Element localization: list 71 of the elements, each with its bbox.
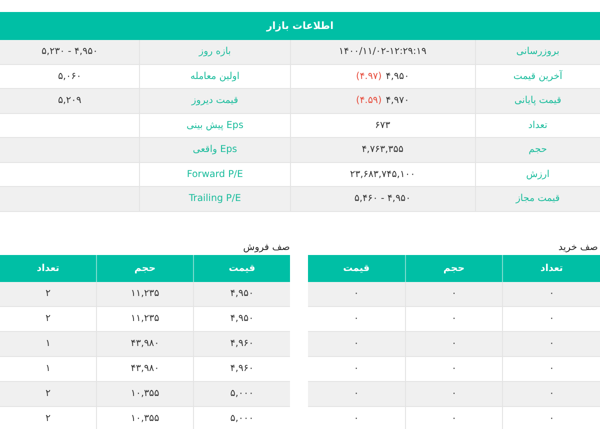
field-label: ارزش [526, 168, 550, 180]
table-cell: ۰ [354, 313, 359, 324]
field-value: ۴,۹۵۰ [386, 70, 410, 82]
column-header: قیمت [343, 262, 370, 274]
price-change: (۴.۹۷) [356, 70, 382, 82]
table-cell: ۴۳,۹۸۰ [130, 363, 160, 374]
table-cell: ۱۱,۲۳۵ [130, 313, 160, 324]
field-label: تعداد [528, 120, 548, 131]
column-header: قیمت [228, 262, 256, 274]
table-cell: ۴۳,۹۸۰ [130, 338, 160, 349]
table-cell: ۲ [45, 413, 51, 424]
field-label: آخرین قیمت [513, 70, 562, 82]
field-label: Eps واقعی [192, 144, 238, 156]
field-value: ۵,۲۳۰ - ۴,۹۵۰ [41, 46, 98, 58]
field-label: قیمت مجاز [516, 193, 560, 204]
field-value: ۵,۲۰۹ [58, 95, 82, 106]
field-value: ۴,۷۶۳,۳۵۵ [362, 144, 404, 156]
field-value: ۴,۹۷۰ [386, 95, 410, 106]
table-cell: ۲ [45, 388, 51, 399]
table-cell: ۰ [451, 288, 457, 299]
table-cell: ۰ [354, 338, 359, 349]
field-label: Trailing P/E [188, 193, 241, 204]
field-value: ۱۴۰۰/۱۱/۰۲-۱۲:۲۹:۱۹ [338, 46, 426, 58]
table-cell: ۴,۹۶۰ [230, 363, 254, 374]
table-cell: ۰ [549, 338, 554, 349]
table-cell: ۰ [451, 388, 457, 399]
table-title: صف فروش [243, 242, 290, 252]
field-value: ۲۳,۶۸۳,۷۴۵,۱۰۰ [350, 168, 416, 180]
field-value: ۶۷۳ [374, 120, 390, 131]
field-label: حجم [528, 144, 547, 156]
table-cell: ۰ [549, 388, 554, 399]
field-label: قیمت دیروز [192, 95, 238, 106]
table-cell: ۱۰,۳۵۵ [130, 413, 160, 424]
table-cell: ۲ [45, 313, 51, 324]
field-value: ۵,۴۶۰ - ۴,۹۵۰ [354, 193, 411, 204]
panel-title: اطلاعات بازار [266, 20, 334, 32]
table-cell: ۲ [45, 288, 51, 299]
table-cell: ۰ [354, 413, 359, 424]
column-header: تعداد [540, 262, 563, 274]
table-cell: ۰ [451, 338, 457, 349]
table-cell: ۴,۹۵۰ [230, 288, 254, 299]
table-title: صف خرید [558, 242, 598, 252]
table-cell: ۴,۹۶۰ [230, 338, 254, 349]
table-cell: ۱۱,۲۳۵ [130, 288, 160, 299]
field-label: بروزرسانی [516, 46, 560, 58]
field-label: قیمت پایانی [514, 95, 562, 106]
table-cell: ۰ [354, 288, 359, 299]
table-cell: ۰ [549, 413, 554, 424]
column-header: حجم [134, 262, 156, 274]
price-change: (۴.۵۹) [356, 95, 382, 106]
field-label: Eps پیش بینی [186, 120, 244, 131]
table-cell: ۰ [451, 413, 457, 424]
column-header: حجم [443, 262, 465, 274]
field-value: ۵,۰۶۰ [58, 70, 82, 82]
table-cell: ۰ [549, 363, 554, 374]
field-label: بازه روز [198, 46, 231, 58]
table-cell: ۰ [451, 363, 457, 374]
table-cell: ۱ [45, 363, 51, 374]
table-cell: ۱ [45, 338, 51, 349]
table-cell: ۵,۰۰۰ [230, 388, 254, 399]
field-label: Forward P/E [186, 168, 243, 180]
table-cell: ۰ [549, 288, 554, 299]
table-cell: ۰ [549, 313, 554, 324]
field-label: اولین معامله [190, 70, 240, 82]
table-cell: ۰ [451, 313, 457, 324]
table-cell: ۵,۰۰۰ [230, 413, 254, 424]
table-cell: ۱۰,۳۵۵ [130, 388, 160, 399]
table-cell: ۰ [354, 388, 359, 399]
table-cell: ۴,۹۵۰ [230, 313, 254, 324]
table-cell: ۰ [354, 363, 359, 374]
column-header: تعداد [36, 262, 60, 274]
